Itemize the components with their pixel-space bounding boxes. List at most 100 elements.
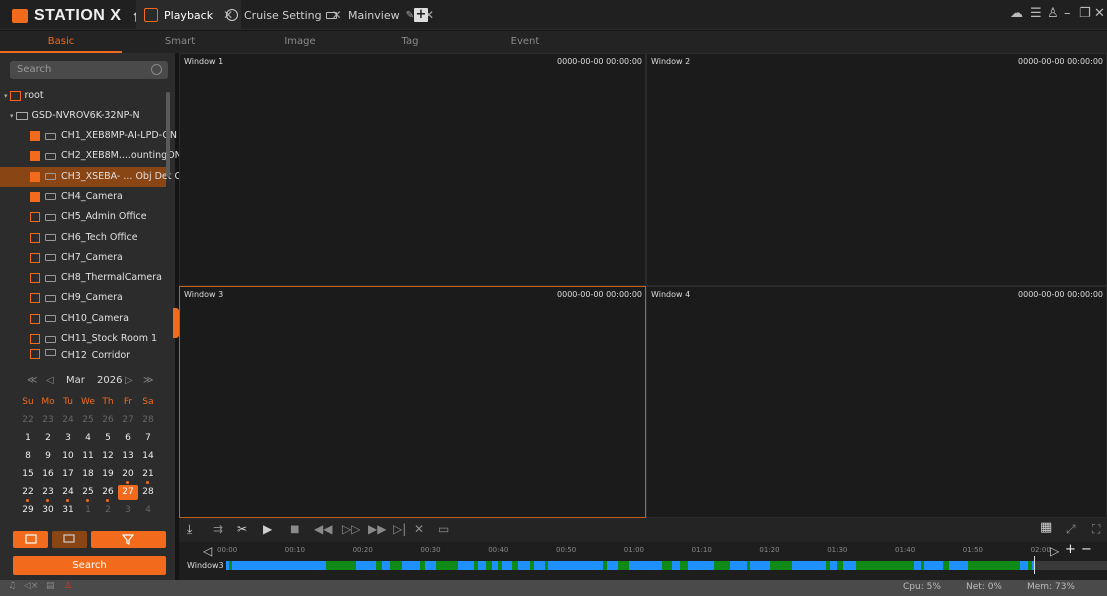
calendar-day[interactable]: 2: [98, 503, 118, 518]
event-recording-segment[interactable]: [968, 561, 1020, 570]
event-recording-segment[interactable]: [943, 561, 949, 570]
video-filter-button[interactable]: [52, 531, 87, 548]
calendar-day[interactable]: 6: [118, 431, 138, 446]
calendar-day[interactable]: 11: [78, 449, 98, 464]
timeline-prev-icon[interactable]: ◁: [203, 544, 212, 558]
channel-checkbox[interactable]: [30, 171, 40, 182]
event-recording-segment[interactable]: [921, 561, 924, 570]
event-recording-segment[interactable]: [618, 561, 629, 570]
calendar-day[interactable]: 27: [118, 413, 138, 428]
layout-grid-icon[interactable]: ▦: [1040, 520, 1052, 535]
event-recording-segment[interactable]: [498, 561, 502, 570]
search-button[interactable]: Search: [13, 556, 166, 575]
event-recording-segment[interactable]: [662, 561, 672, 570]
event-recording-segment[interactable]: [420, 561, 425, 570]
channel-checkbox[interactable]: [30, 349, 40, 360]
timeline-cursor[interactable]: [1034, 556, 1035, 574]
video-window-2[interactable]: Window 2 0000-00-00 00:00:00: [646, 53, 1107, 286]
tree-root[interactable]: ▾ root: [4, 86, 170, 106]
calendar-day[interactable]: 22: [18, 485, 38, 502]
subtab-image[interactable]: Image: [280, 31, 320, 53]
calendar-day[interactable]: 17: [58, 467, 78, 482]
calendar-day[interactable]: 1: [78, 503, 98, 518]
event-recording-segment[interactable]: [714, 561, 730, 570]
close-window-icon[interactable]: ✕: [1094, 6, 1105, 21]
channel-item[interactable]: CH3_XSEBA- ... Obj Det ON: [0, 166, 189, 187]
expand-icon[interactable]: ▾: [10, 106, 14, 126]
calendar-day[interactable]: 5: [98, 431, 118, 446]
event-recording-segment[interactable]: [390, 561, 402, 570]
fast-forward-icon[interactable]: ▶▶: [368, 522, 386, 536]
calendar-day[interactable]: 3: [58, 431, 78, 446]
event-recording-segment[interactable]: [837, 561, 843, 570]
channel-item[interactable]: CH12_Corridor: [0, 349, 166, 360]
calendar-day[interactable]: 24: [58, 485, 78, 502]
calendar-day[interactable]: 28: [138, 485, 158, 500]
fullscreen-icon[interactable]: ⤢: [1066, 522, 1076, 537]
user-icon[interactable]: ♙: [1047, 6, 1059, 21]
video-window-3[interactable]: Window 3 0000-00-00 00:00:00: [179, 286, 646, 518]
channel-checkbox[interactable]: [30, 313, 40, 324]
search-input[interactable]: Search: [10, 61, 168, 79]
event-recording-segment[interactable]: [770, 561, 792, 570]
edit-icon[interactable]: ✎: [406, 10, 414, 21]
calendar-day[interactable]: 27: [118, 485, 138, 500]
calendar-day[interactable]: 8: [18, 449, 38, 464]
calendar-day[interactable]: 30: [38, 503, 58, 518]
cloud-icon[interactable]: ☁: [1010, 6, 1023, 21]
channel-item[interactable]: CH2_XEB8M....ountingON: [0, 146, 182, 166]
image-filter-button[interactable]: [13, 531, 48, 548]
event-recording-segment[interactable]: [826, 561, 830, 570]
channel-checkbox[interactable]: [30, 151, 40, 162]
channel-item[interactable]: CH8_ThermalCamera: [0, 268, 166, 288]
speaker-icon[interactable]: ◁×: [24, 581, 38, 591]
channel-checkbox[interactable]: [30, 252, 40, 263]
sync-icon[interactable]: ⇉: [213, 522, 223, 536]
tree-scrollbar[interactable]: [166, 92, 170, 177]
calendar-day[interactable]: 4: [78, 431, 98, 446]
calendar-day[interactable]: 1: [18, 431, 38, 446]
calendar-day[interactable]: 9: [38, 449, 58, 464]
calendar-day[interactable]: 21: [138, 467, 158, 484]
tree-device[interactable]: ▾ GSD-NVROV6K-32NP-N: [10, 106, 176, 126]
event-recording-segment[interactable]: [747, 561, 750, 570]
channel-checkbox[interactable]: [30, 334, 40, 344]
subtab-tag[interactable]: Tag: [390, 31, 430, 53]
filter-button[interactable]: [91, 531, 166, 548]
channel-item[interactable]: CH1_XEB8MP-AI-LPD-ON: [0, 126, 177, 146]
channel-item[interactable]: CH7_Camera: [0, 248, 166, 268]
calendar-day[interactable]: 16: [38, 467, 58, 482]
event-recording-segment[interactable]: [512, 561, 518, 570]
minimize-icon[interactable]: –: [1064, 6, 1071, 21]
calendar-day[interactable]: 10: [58, 449, 78, 464]
calendar-year[interactable]: 2026: [97, 375, 122, 386]
channel-item[interactable]: CH5_Admin Office: [0, 207, 166, 227]
add-tab-icon[interactable]: +: [414, 8, 428, 22]
calendar-day[interactable]: 2: [38, 431, 58, 446]
download-icon[interactable]: ⤓: [187, 522, 192, 537]
prev-month-icon[interactable]: ◁: [46, 375, 54, 386]
calendar-day[interactable]: 14: [138, 449, 158, 464]
event-recording-segment[interactable]: [474, 561, 478, 570]
restore-icon[interactable]: ❐: [1079, 6, 1091, 21]
subtab-event[interactable]: Event: [505, 31, 545, 53]
calendar-day[interactable]: 20: [118, 467, 138, 484]
channel-checkbox[interactable]: [30, 212, 40, 223]
calendar-day[interactable]: 25: [78, 485, 98, 502]
mute-icon[interactable]: ✕: [414, 522, 424, 536]
stop-icon[interactable]: ■: [290, 524, 299, 535]
channel-checkbox[interactable]: [30, 232, 40, 243]
calendar-day[interactable]: 19: [98, 467, 118, 482]
calendar-day[interactable]: 12: [98, 449, 118, 464]
event-recording-segment[interactable]: [545, 561, 548, 570]
calendar-day[interactable]: 4: [138, 503, 158, 518]
alert-icon[interactable]: ♙: [64, 581, 72, 591]
prev-year-icon[interactable]: ≪: [27, 375, 37, 386]
step-forward-icon[interactable]: ▷▷: [342, 522, 360, 536]
channel-checkbox[interactable]: [30, 293, 40, 304]
channel-checkbox[interactable]: [30, 131, 40, 141]
calendar-day[interactable]: 26: [98, 485, 118, 502]
channel-item[interactable]: CH9_Camera: [0, 288, 166, 308]
calendar-day[interactable]: 22: [18, 413, 38, 428]
event-recording-segment[interactable]: [486, 561, 492, 570]
